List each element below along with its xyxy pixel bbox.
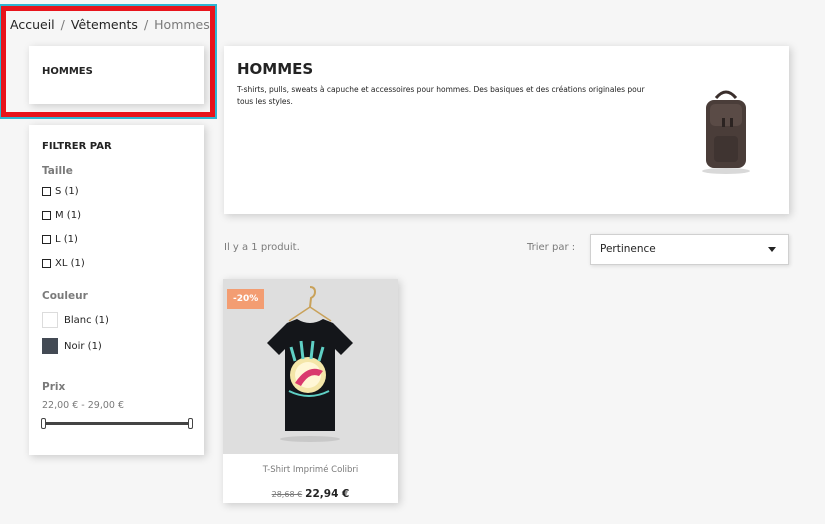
backpack-image: [702, 90, 750, 174]
category-header: HOMMES T-shirts, pulls, sweats à capuche…: [224, 46, 789, 214]
checkbox-icon[interactable]: [42, 234, 51, 244]
product-card[interactable]: -20% T-Shirt Imprimé Colibri 28,68 €22,9…: [223, 279, 398, 503]
category-card: HOMMES: [29, 46, 204, 104]
product-old-price: 28,68 €: [271, 490, 303, 499]
filter-panel: FILTRER PAR Taille S (1) M (1) L (1) XL …: [29, 125, 204, 455]
product-prices: 28,68 €22,94 €: [223, 482, 398, 501]
color-option-label: Blanc (1): [64, 314, 109, 326]
price-slider-max-handle[interactable]: [188, 418, 193, 429]
color-swatch-white[interactable]: [42, 312, 58, 328]
size-option-m[interactable]: M (1): [42, 208, 81, 222]
size-option-l[interactable]: L (1): [42, 232, 78, 246]
size-option-s[interactable]: S (1): [42, 184, 79, 198]
size-option-label: S (1): [55, 185, 79, 197]
price-facet-title: Prix: [42, 381, 66, 393]
color-option-label: Noir (1): [64, 340, 102, 352]
discount-badge: -20%: [227, 289, 265, 309]
caret-down-icon: [768, 247, 776, 252]
category-description: T-shirts, pulls, sweats à capuche et acc…: [237, 85, 645, 106]
category-card-title: HOMMES: [42, 66, 93, 77]
color-facet-title: Couleur: [42, 290, 88, 302]
sort-dropdown-value: Pertinence: [600, 243, 656, 255]
size-option-label: XL (1): [55, 257, 85, 269]
price-slider-track[interactable]: [44, 422, 190, 425]
checkbox-icon[interactable]: [42, 210, 51, 220]
color-swatch-black[interactable]: [42, 338, 58, 354]
size-facet-title: Taille: [42, 165, 73, 177]
checkbox-icon[interactable]: [42, 186, 51, 196]
size-option-xl[interactable]: XL (1): [42, 256, 85, 270]
category-title: HOMMES: [237, 60, 314, 78]
size-option-label: L (1): [55, 233, 78, 245]
sort-label: Trier par :: [527, 242, 576, 253]
size-option-label: M (1): [55, 209, 81, 221]
product-name[interactable]: T-Shirt Imprimé Colibri: [223, 465, 398, 475]
checkbox-icon[interactable]: [42, 258, 51, 268]
color-option-black[interactable]: Noir (1): [42, 338, 102, 354]
filter-title: FILTRER PAR: [42, 141, 112, 152]
sort-dropdown[interactable]: Pertinence: [590, 234, 789, 265]
color-option-white[interactable]: Blanc (1): [42, 312, 109, 328]
price-range-value: 22,00 € - 29,00 €: [42, 400, 124, 411]
price-slider-min-handle[interactable]: [41, 418, 46, 429]
product-count: Il y a 1 produit.: [224, 242, 300, 253]
product-price: 22,94 €: [305, 488, 350, 500]
